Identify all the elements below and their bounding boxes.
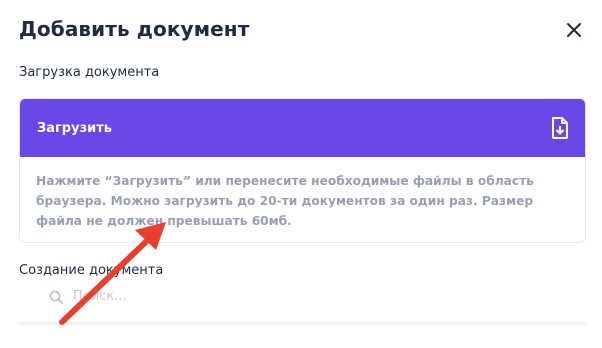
create-section-label: Создание документа: [19, 263, 164, 278]
list-divider: [19, 322, 586, 326]
close-icon: [567, 23, 581, 37]
search-field[interactable]: [49, 289, 373, 304]
add-document-modal: Добавить документ Загрузка документа Заг…: [0, 0, 602, 348]
modal-title: Добавить документ: [19, 17, 250, 41]
upload-hint-text: Нажмите “Загрузить” или перенесите необх…: [36, 174, 534, 228]
search-icon: [49, 290, 63, 304]
close-button[interactable]: [562, 18, 586, 42]
file-download-icon: [549, 116, 571, 140]
upload-dropzone[interactable]: Загрузить Нажмите “Загрузить” или перене…: [19, 98, 586, 243]
upload-button-label: Загрузить: [37, 120, 112, 136]
upload-button[interactable]: Загрузить: [20, 99, 585, 157]
search-input[interactable]: [73, 289, 373, 304]
upload-section-label: Загрузка документа: [19, 65, 160, 80]
